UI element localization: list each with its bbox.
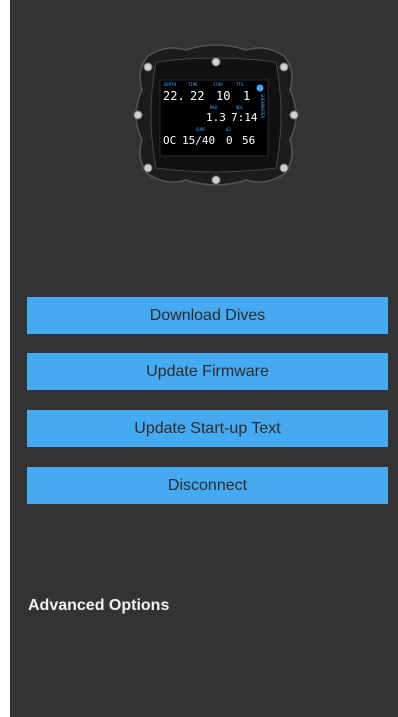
download-dives-button[interactable]: Download Dives [27, 297, 388, 334]
device-mode-value: OC [163, 134, 177, 147]
screw [211, 57, 221, 67]
device-label-time: TIME [188, 82, 198, 87]
device-label-ndl: NDL [236, 105, 244, 110]
device-label-depth: DEPTH [164, 82, 177, 87]
device-gas-value: 15/40 [182, 134, 216, 147]
update-startup-text-button[interactable]: Update Start-up Text [27, 410, 388, 447]
device-depth-value: 22. [163, 89, 185, 103]
device-o2-value: 56 [242, 134, 256, 147]
screw [279, 163, 289, 173]
device-label-stop: STOP [213, 82, 223, 87]
device-label-surf: SURF [196, 127, 206, 132]
dive-computer-image: DEPTH TIME STOP TTS 22. 22 10 1 MAX NDL … [126, 40, 306, 190]
screw [143, 62, 153, 72]
app-screen: DEPTH TIME STOP TTS 22. 22 10 1 MAX NDL … [10, 0, 398, 717]
screw [279, 62, 289, 72]
device-cns-value: 0 [226, 134, 233, 147]
device-tts-value: 1 [243, 89, 251, 103]
screw [143, 163, 153, 173]
update-firmware-button[interactable]: Update Firmware [27, 353, 388, 390]
device-brand-text: SHEARWATER [260, 94, 265, 119]
device-label-max: MAX [210, 105, 218, 110]
device-time-value: 22 [190, 89, 205, 103]
screw [133, 110, 143, 120]
brand-logo [256, 84, 264, 92]
device-label-tts: TTS [236, 82, 244, 87]
disconnect-button[interactable]: Disconnect [27, 467, 388, 504]
screw [211, 175, 221, 185]
device-max-value: 1.3 [206, 111, 226, 124]
advanced-options-link[interactable]: Advanced Options [28, 597, 169, 615]
device-ndl-value: 7:14 [231, 111, 258, 124]
device-label-o2: O2 [226, 127, 231, 132]
device-stop-value: 10 [216, 89, 231, 103]
screw [289, 110, 299, 120]
